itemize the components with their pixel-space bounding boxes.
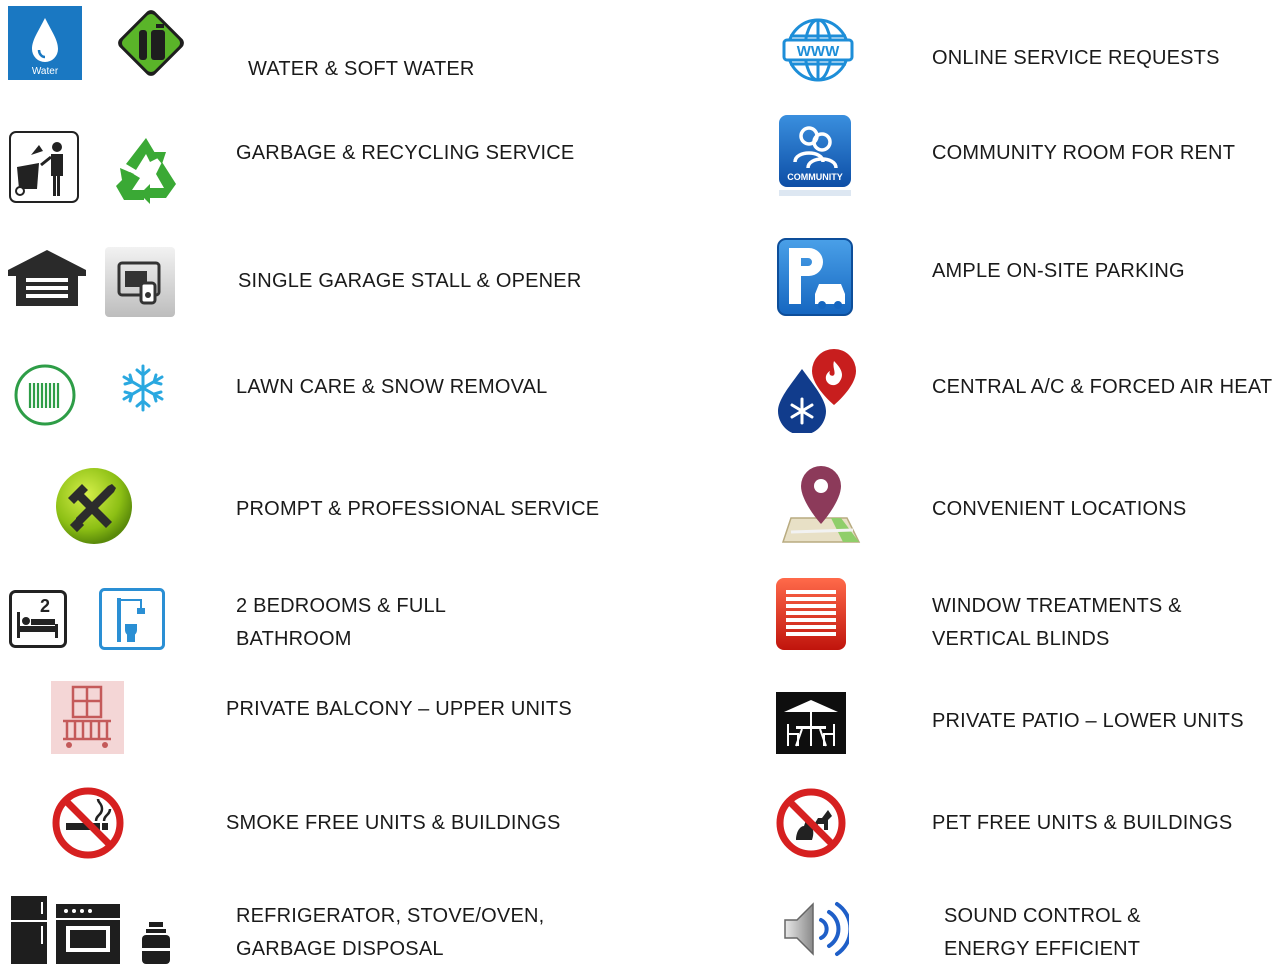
speaker-icon xyxy=(783,894,849,964)
blinds-icon xyxy=(776,578,846,650)
label-bedrooms-line2: BATHROOM xyxy=(236,628,352,650)
label-sound-line1: SOUND CONTROL & xyxy=(944,905,1141,927)
snowflake-icon xyxy=(119,364,167,412)
garbage-icon xyxy=(9,131,79,203)
water-caption: Water xyxy=(32,66,59,77)
label-parking: AMPLE ON-SITE PARKING xyxy=(932,260,1185,282)
label-patio: PRIVATE PATIO – LOWER UNITS xyxy=(932,710,1244,732)
patio-icon xyxy=(776,692,846,754)
label-pet-free: PET FREE UNITS & BUILDINGS xyxy=(932,812,1233,834)
stove-icon xyxy=(56,904,120,964)
label-community: COMMUNITY ROOM FOR RENT xyxy=(932,142,1236,164)
label-garbage: GARBAGE & RECYCLING SERVICE xyxy=(236,142,575,164)
bathroom-icon xyxy=(99,588,165,650)
balcony-icon xyxy=(51,681,124,754)
water-softener-icon xyxy=(112,4,190,82)
map-pin-icon xyxy=(781,466,861,544)
label-appliances-line2: GARBAGE DISPOSAL xyxy=(236,938,444,960)
recycling-icon xyxy=(110,134,182,204)
label-window-line2: VERTICAL BLINDS xyxy=(932,628,1110,650)
label-window-line1: WINDOW TREATMENTS & xyxy=(932,595,1182,617)
water-drop-icon: Water xyxy=(8,6,82,80)
label-balcony: PRIVATE BALCONY – UPPER UNITS xyxy=(226,698,572,720)
parking-icon xyxy=(777,238,853,316)
label-smoke-free: SMOKE FREE UNITS & BUILDINGS xyxy=(226,812,561,834)
no-smoking-icon xyxy=(52,787,124,859)
label-online: ONLINE SERVICE REQUESTS xyxy=(932,47,1220,69)
bedroom-icon: 2 xyxy=(9,590,67,648)
label-ac-heat: CENTRAL A/C & FORCED AIR HEAT xyxy=(932,376,1273,398)
ac-heat-icon xyxy=(776,347,858,433)
community-icon: COMMUNITY xyxy=(778,114,852,196)
label-water: WATER & SOFT WATER xyxy=(248,58,475,80)
lawn-icon xyxy=(13,363,77,427)
label-bedrooms-line1: 2 BEDROOMS & FULL xyxy=(236,595,447,617)
garage-icon xyxy=(8,250,86,306)
www-caption: WWW xyxy=(797,43,840,60)
bedroom-count: 2 xyxy=(40,596,50,616)
no-pets-icon xyxy=(776,788,846,858)
globe-www-icon: WWW xyxy=(780,18,856,82)
label-appliances-line1: REFRIGERATOR, STOVE/OVEN, xyxy=(236,905,545,927)
label-locations: CONVENIENT LOCATIONS xyxy=(932,498,1187,520)
label-garage: SINGLE GARAGE STALL & OPENER xyxy=(238,270,582,292)
garage-opener-icon xyxy=(105,247,175,317)
label-lawn: LAWN CARE & SNOW REMOVAL xyxy=(236,376,548,398)
tools-icon xyxy=(54,466,134,546)
community-caption: COMMUNITY xyxy=(787,172,843,182)
label-service: PROMPT & PROFESSIONAL SERVICE xyxy=(236,498,600,520)
refrigerator-icon xyxy=(11,896,47,964)
disposal-icon xyxy=(141,922,171,964)
label-sound-line2: ENERGY EFFICIENT xyxy=(944,938,1141,960)
